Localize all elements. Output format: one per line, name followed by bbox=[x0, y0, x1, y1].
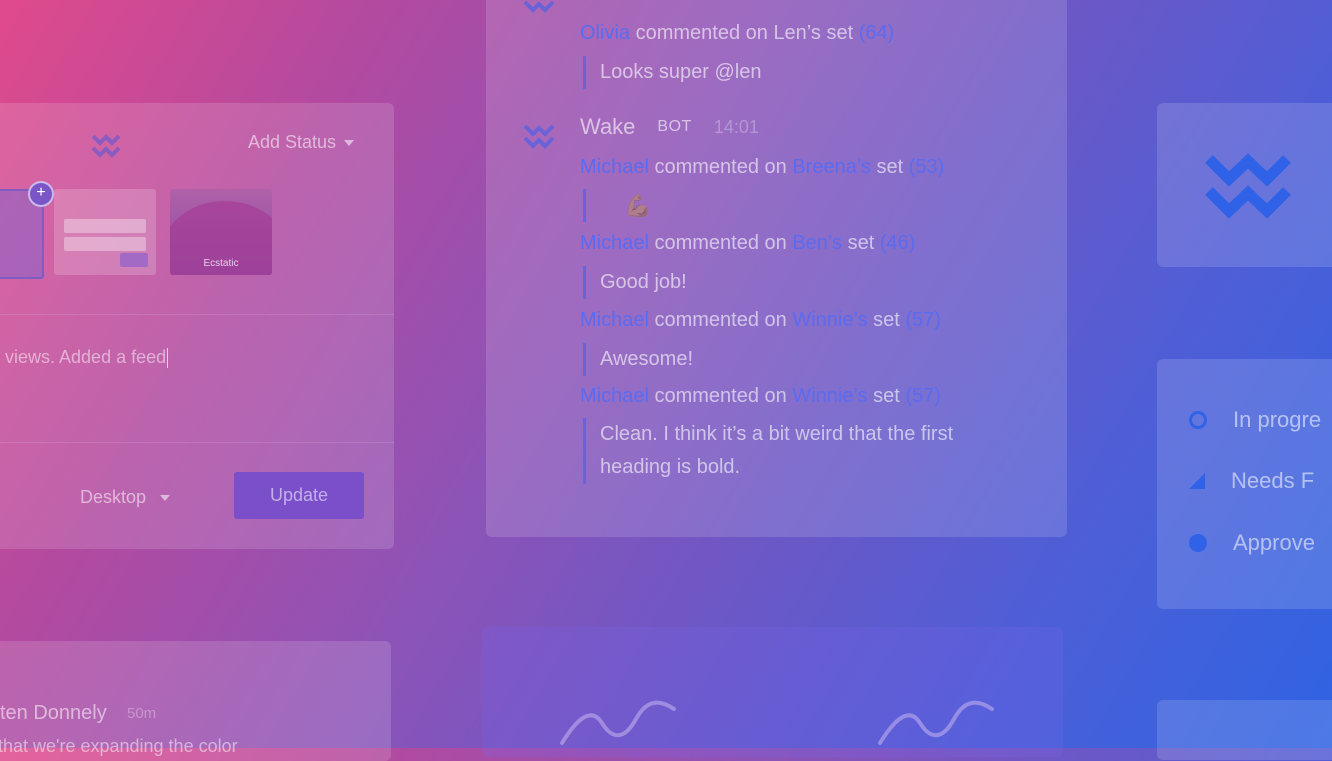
set-word: set bbox=[826, 22, 854, 44]
squiggle-icon bbox=[560, 700, 676, 745]
set-word: set bbox=[873, 309, 900, 331]
attachment-thumb-1[interactable]: + bbox=[0, 181, 54, 279]
divider bbox=[0, 442, 394, 443]
status-text: p views. Added a feed bbox=[0, 347, 167, 367]
thumb-mood-label: Ecstatic bbox=[203, 258, 239, 269]
commenter-link[interactable]: Olivia bbox=[580, 22, 630, 44]
comment-line: Michael commented on Ben’s set (46) bbox=[580, 232, 915, 255]
ring-icon bbox=[1189, 411, 1207, 429]
comment-verb: commented on bbox=[654, 309, 787, 331]
commenter-link[interactable]: Michael bbox=[580, 309, 649, 331]
set-count-link[interactable]: (57) bbox=[905, 309, 941, 331]
comment-quote: Awesome! bbox=[583, 343, 693, 376]
comments-feed-card: Olivia commented on Len’s set (64) Looks… bbox=[486, 0, 1067, 537]
status-option-in-progress[interactable]: In progre bbox=[1189, 407, 1321, 433]
set-word: set bbox=[873, 385, 900, 407]
comment-line: Michael commented on Breena’s set (53) bbox=[580, 156, 944, 179]
comment-line: Olivia commented on Len’s set (64) bbox=[580, 22, 894, 45]
set-word: set bbox=[876, 156, 904, 178]
comment-quote: Good job! bbox=[583, 266, 687, 299]
comment-quote: Looks super @len bbox=[583, 56, 762, 89]
illustration-card bbox=[482, 627, 1063, 757]
wake-bot-avatar-icon bbox=[523, 0, 555, 13]
comment-line: Michael commented on Winnie’s set (57) bbox=[580, 385, 941, 408]
wake-logo-icon bbox=[91, 134, 121, 158]
thumb-field bbox=[64, 219, 146, 233]
comment-quote: Clean. I think it’s a bit weird that the… bbox=[583, 418, 1000, 484]
comment-line: Michael commented on Winnie’s set (57) bbox=[580, 309, 941, 332]
status-option-needs-feedback[interactable]: Needs F bbox=[1189, 468, 1314, 494]
update-button[interactable]: Update bbox=[234, 472, 364, 519]
activity-message: that we're expanding the color bbox=[0, 736, 238, 756]
chevron-down-icon bbox=[160, 494, 171, 501]
set-owner-link[interactable]: Winnie’s bbox=[792, 385, 867, 407]
text-cursor bbox=[167, 348, 169, 369]
comment-quote: 💪🏽 bbox=[583, 189, 651, 222]
status-composer-card: Add Status + Ecstatic p views. Added a f… bbox=[0, 103, 394, 549]
activity-time: 50m bbox=[127, 705, 157, 722]
commenter-link[interactable]: Michael bbox=[580, 385, 649, 407]
status-label: Approve bbox=[1233, 530, 1315, 555]
divider bbox=[0, 314, 394, 315]
thumb-button bbox=[120, 253, 148, 267]
device-label: Desktop bbox=[80, 487, 147, 507]
attachment-thumbnails: + Ecstatic bbox=[0, 181, 394, 279]
bot-badge: BOT bbox=[657, 118, 692, 135]
status-label: Needs F bbox=[1231, 468, 1315, 493]
commenter-link[interactable]: Michael bbox=[580, 156, 649, 178]
bot-name: Wake bbox=[580, 114, 636, 139]
set-owner-link[interactable]: Winnie’s bbox=[792, 309, 867, 331]
device-select[interactable]: Desktop bbox=[80, 487, 171, 508]
triangle-icon bbox=[1189, 473, 1205, 489]
set-owner-link[interactable]: Ben’s bbox=[792, 232, 842, 254]
wake-logo-icon bbox=[1205, 153, 1291, 219]
set-owner-link[interactable]: Breena’s bbox=[792, 156, 871, 178]
squiggle-icon bbox=[878, 700, 994, 745]
comment-verb: commented on bbox=[654, 385, 787, 407]
set-count-link[interactable]: (57) bbox=[905, 385, 941, 407]
comment-verb: commented on bbox=[654, 232, 787, 254]
comment-verb: commented on bbox=[654, 156, 787, 178]
status-option-approved[interactable]: Approve bbox=[1189, 530, 1315, 556]
attachment-thumb-2[interactable] bbox=[54, 189, 156, 275]
add-status-dropdown[interactable]: Add Status bbox=[248, 132, 355, 153]
wake-bot-avatar-icon bbox=[523, 124, 555, 149]
status-legend-card: In progre Needs F Approve bbox=[1157, 359, 1332, 609]
set-owner: Len’s bbox=[773, 22, 821, 44]
partial-card bbox=[1157, 700, 1332, 760]
set-count-link[interactable]: (64) bbox=[859, 22, 895, 44]
set-count-link[interactable]: (53) bbox=[909, 156, 945, 178]
activity-card: ten Donnely 50m that we're expanding the… bbox=[0, 641, 391, 761]
dot-icon bbox=[1189, 534, 1207, 552]
chevron-down-icon bbox=[344, 139, 355, 146]
attachment-thumb-3[interactable]: Ecstatic bbox=[170, 189, 272, 275]
thumb-field bbox=[64, 237, 146, 251]
add-status-label: Add Status bbox=[248, 132, 337, 152]
status-text-input[interactable]: p views. Added a feed bbox=[0, 347, 390, 369]
status-label: In progre bbox=[1233, 407, 1322, 432]
comment-verb: commented on bbox=[635, 22, 768, 44]
bot-message-header: Wake BOT 14:01 bbox=[580, 114, 759, 140]
commenter-link[interactable]: Michael bbox=[580, 232, 649, 254]
set-word: set bbox=[847, 232, 875, 254]
brand-card bbox=[1157, 103, 1332, 267]
add-attachment-icon[interactable]: + bbox=[28, 181, 54, 207]
activity-author: ten Donnely bbox=[0, 702, 107, 724]
message-timestamp: 14:01 bbox=[713, 116, 759, 137]
set-count-link[interactable]: (46) bbox=[880, 232, 916, 254]
